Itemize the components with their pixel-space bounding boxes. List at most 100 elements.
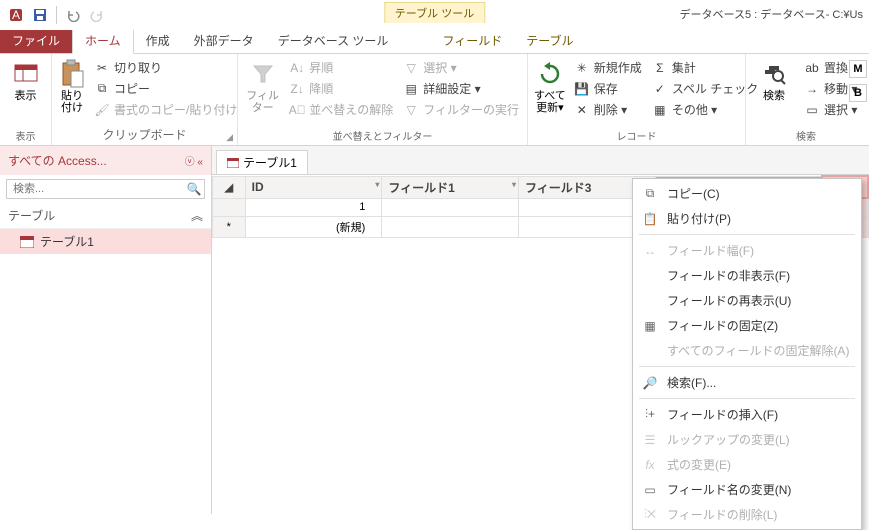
right-edge-b[interactable]: B bbox=[849, 84, 867, 102]
new-row-marker: * bbox=[213, 216, 246, 237]
width-icon: ↔ bbox=[641, 243, 659, 259]
redo-icon[interactable] bbox=[87, 5, 107, 25]
replace-icon: ab bbox=[804, 60, 820, 76]
menu-freeze-field[interactable]: ▦フィールドの固定(Z) bbox=[633, 313, 861, 338]
sort-desc-icon: Z↓ bbox=[289, 81, 305, 97]
fx-icon: fx bbox=[641, 457, 659, 473]
copy-icon: ⧉ bbox=[641, 186, 659, 202]
tab-create[interactable]: 作成 bbox=[134, 28, 182, 53]
table-icon bbox=[227, 158, 239, 168]
svg-text:A: A bbox=[12, 8, 20, 22]
dropdown-icon[interactable]: ▾ bbox=[375, 180, 379, 189]
group-records-label: レコード bbox=[528, 128, 745, 145]
copy-icon: ⧉ bbox=[94, 81, 110, 97]
menu-unhide-field[interactable]: フィールドの再表示(U) bbox=[633, 288, 861, 313]
brush-icon: 🖌 bbox=[94, 102, 110, 118]
row-selector[interactable] bbox=[213, 198, 246, 216]
refresh-all-button[interactable]: すべて 更新▾ bbox=[534, 58, 566, 114]
toggle-filter-button[interactable]: ▽フィルターの実行 bbox=[401, 100, 521, 119]
nav-item-table1[interactable]: テーブル1 bbox=[0, 229, 211, 254]
column-context-menu: ⧉コピー(C) 📋貼り付け(P) ↔フィールド幅(F) フィールドの非表示(F)… bbox=[632, 178, 862, 530]
cut-button[interactable]: ✂切り取り bbox=[92, 58, 239, 77]
toggle-filter-icon: ▽ bbox=[403, 102, 419, 118]
cell[interactable]: 1 bbox=[245, 198, 382, 216]
col-header-1[interactable]: フィールド1▾ bbox=[382, 176, 519, 198]
search-icon[interactable]: 🔍 bbox=[184, 182, 204, 196]
menu-modify-lookup: ☰ルックアップの変更(L) bbox=[633, 427, 861, 452]
scissors-icon: ✂ bbox=[94, 60, 110, 76]
filter-button[interactable]: フィルター bbox=[244, 58, 281, 114]
save-record-button[interactable]: 💾保存 bbox=[572, 79, 644, 98]
col-header-id[interactable]: ID▾ bbox=[245, 176, 382, 198]
tab-fields[interactable]: フィールド bbox=[430, 28, 514, 53]
clear-sort-icon: A⃠ bbox=[289, 102, 305, 118]
cell[interactable]: (新規) bbox=[245, 216, 382, 237]
menu-delete-field: ⫶✕フィールドの削除(L) bbox=[633, 502, 861, 527]
selection-filter-button[interactable]: ▽選択 ▾ bbox=[401, 58, 521, 77]
sort-asc-icon: A↓ bbox=[289, 60, 305, 76]
delete-icon: ⫶✕ bbox=[641, 507, 659, 523]
select-button[interactable]: ▭選択 ▾ bbox=[802, 100, 859, 119]
menu-rename-field[interactable]: ▭フィールド名の変更(N) bbox=[633, 477, 861, 502]
sort-desc-button[interactable]: Z↓降順 bbox=[287, 79, 395, 98]
app-icon: A bbox=[6, 5, 26, 25]
dialog-launcher-icon[interactable]: ◢ bbox=[226, 132, 233, 143]
format-painter-button[interactable]: 🖌書式のコピー/貼り付け bbox=[92, 100, 239, 119]
tab-home[interactable]: ホーム bbox=[72, 27, 134, 54]
sigma-icon: Σ bbox=[652, 60, 668, 76]
document-tab[interactable]: テーブル1 bbox=[216, 150, 308, 174]
funnel-icon: ▽ bbox=[403, 60, 419, 76]
more-icon: ▦ bbox=[652, 102, 668, 118]
rename-icon: ▭ bbox=[641, 482, 659, 498]
advanced-filter-button[interactable]: ▤詳細設定 ▾ bbox=[401, 79, 521, 98]
nav-header[interactable]: すべての Access... bbox=[8, 152, 107, 169]
menu-copy[interactable]: ⧉コピー(C) bbox=[633, 181, 861, 206]
totals-button[interactable]: Σ集計 bbox=[650, 58, 761, 77]
menu-paste[interactable]: 📋貼り付け(P) bbox=[633, 206, 861, 231]
contextual-tab-label: テーブル ツール bbox=[384, 2, 485, 23]
menu-hide-field[interactable]: フィールドの非表示(F) bbox=[633, 263, 861, 288]
advanced-icon: ▤ bbox=[403, 81, 419, 97]
select-icon: ▭ bbox=[804, 102, 820, 118]
menu-find[interactable]: 🔎検索(F)... bbox=[633, 370, 861, 395]
nav-category-tables[interactable]: テーブル︽ bbox=[0, 203, 211, 229]
sort-asc-button[interactable]: A↓昇順 bbox=[287, 58, 395, 77]
tab-file[interactable]: ファイル bbox=[0, 28, 72, 53]
new-record-button[interactable]: ✳新規作成 bbox=[572, 58, 644, 77]
menu-insert-field[interactable]: ⫶+フィールドの挿入(F) bbox=[633, 402, 861, 427]
group-view-label: 表示 bbox=[0, 128, 51, 145]
spell-icon: ✓ bbox=[652, 81, 668, 97]
delete-button[interactable]: ✕削除 ▾ bbox=[572, 100, 644, 119]
clear-sort-button[interactable]: A⃠並べ替えの解除 bbox=[287, 100, 395, 119]
copy-button[interactable]: ⧉コピー bbox=[92, 79, 239, 98]
tab-database-tools[interactable]: データベース ツール bbox=[266, 28, 401, 53]
save-icon[interactable] bbox=[30, 5, 50, 25]
dropdown-icon[interactable]: ▾ bbox=[512, 180, 516, 189]
paste-icon: 📋 bbox=[641, 211, 659, 227]
nav-search[interactable]: 🔍 bbox=[6, 179, 205, 199]
cell[interactable] bbox=[382, 198, 519, 216]
cell[interactable] bbox=[382, 216, 519, 237]
spellcheck-button[interactable]: ✓スペル チェック bbox=[650, 79, 761, 98]
tab-table[interactable]: テーブル bbox=[514, 28, 585, 53]
save-icon: 💾 bbox=[574, 81, 590, 97]
right-edge-m[interactable]: M bbox=[849, 60, 867, 78]
paste-button[interactable]: 貼り付け bbox=[58, 58, 86, 114]
more-button[interactable]: ▦その他 ▾ bbox=[650, 100, 761, 119]
view-button[interactable]: 表示 bbox=[6, 58, 45, 102]
tab-external-data[interactable]: 外部データ bbox=[182, 28, 266, 53]
lookup-icon: ☰ bbox=[641, 432, 659, 448]
search-input[interactable] bbox=[7, 180, 184, 198]
new-icon: ✳ bbox=[574, 60, 590, 76]
select-all-cell[interactable]: ◢ bbox=[213, 176, 246, 198]
search-icon: 🔎 bbox=[641, 375, 659, 391]
window-title: データベース5 : データベース- C:¥Us bbox=[680, 6, 863, 22]
goto-icon: → bbox=[804, 81, 820, 97]
find-button[interactable]: 検索 bbox=[752, 58, 796, 102]
insert-icon: ⫶+ bbox=[641, 407, 659, 423]
freeze-icon: ▦ bbox=[641, 318, 659, 334]
group-clipboard-label: クリップボード◢ bbox=[52, 126, 237, 145]
undo-icon[interactable] bbox=[63, 5, 83, 25]
delete-icon: ✕ bbox=[574, 102, 590, 118]
table-icon bbox=[20, 236, 34, 248]
